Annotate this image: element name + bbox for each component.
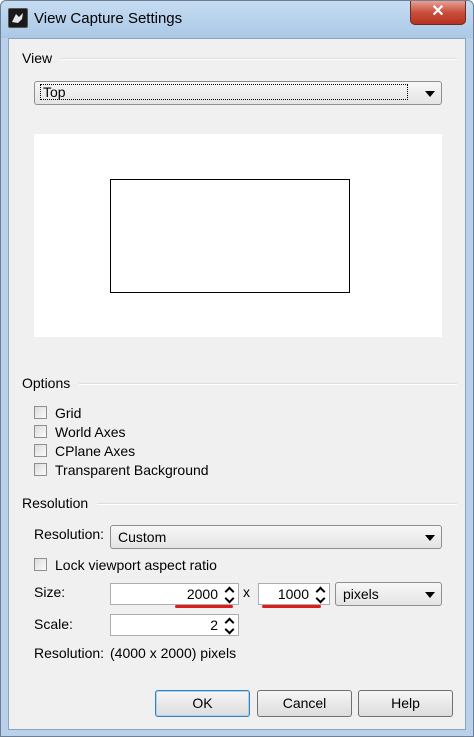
- world-axes-option-label: World Axes: [55, 424, 126, 440]
- resolution-dropdown-value: Custom: [118, 529, 167, 545]
- grid-option-label: Grid: [55, 405, 82, 421]
- rhino-app-icon: [8, 8, 28, 28]
- chevron-down-icon: [425, 592, 435, 598]
- width-value: 2000: [186, 586, 218, 602]
- scale-value: 2: [210, 617, 218, 633]
- capture-frame: [110, 179, 350, 293]
- height-value: 1000: [277, 586, 309, 602]
- ok-button[interactable]: OK: [155, 690, 250, 717]
- resolution-group-label: Resolution: [22, 495, 95, 511]
- grid-checkbox[interactable]: [34, 406, 47, 419]
- resolution-summary-value: (4000 x 2000) pixels: [110, 645, 237, 661]
- height-spinner[interactable]: 1000: [258, 583, 330, 605]
- resolution-label: Resolution:: [34, 526, 105, 542]
- title-bar[interactable]: View Capture Settings ✕: [1, 1, 473, 38]
- help-button[interactable]: Help: [358, 690, 453, 717]
- chevron-down-icon: [425, 535, 435, 541]
- view-group-label: View: [22, 50, 59, 66]
- view-dropdown-value: Top: [40, 84, 408, 100]
- size-separator: x: [243, 584, 250, 600]
- transparent-background-checkbox[interactable]: [34, 463, 47, 476]
- width-annotation-underline: [175, 605, 233, 608]
- units-dropdown[interactable]: pixels: [335, 582, 442, 606]
- view-group-divider: [61, 58, 457, 60]
- world-axes-checkbox[interactable]: [34, 425, 47, 438]
- cancel-button[interactable]: Cancel: [257, 690, 352, 717]
- dialog-body: View Top Options Grid World Axes CPlane …: [8, 38, 466, 730]
- view-dropdown[interactable]: Top: [34, 81, 442, 105]
- lock-aspect-checkbox[interactable]: [34, 558, 47, 571]
- height-annotation-underline: [262, 605, 321, 608]
- cplane-axes-option-label: CPlane Axes: [55, 443, 136, 459]
- close-button[interactable]: ✕: [410, 1, 466, 25]
- chevron-down-icon: [425, 91, 435, 97]
- width-spinner[interactable]: 2000: [110, 583, 239, 605]
- scale-label: Scale:: [34, 616, 73, 632]
- spin-down-icon[interactable]: [315, 593, 326, 604]
- transparent-background-option-label: Transparent Background: [55, 462, 209, 478]
- options-group-divider: [79, 383, 457, 385]
- resolution-group-divider: [97, 503, 457, 505]
- options-group-label: Options: [22, 375, 77, 391]
- spin-down-icon[interactable]: [224, 624, 235, 635]
- close-icon: ✕: [431, 3, 445, 20]
- dialog-window: View Capture Settings ✕ View Top Options…: [0, 0, 474, 737]
- cplane-axes-checkbox[interactable]: [34, 444, 47, 457]
- viewport-preview: [34, 134, 442, 337]
- window-title: View Capture Settings: [34, 10, 183, 27]
- size-label: Size:: [34, 584, 66, 600]
- scale-spinner[interactable]: 2: [110, 614, 239, 636]
- resolution-summary-label: Resolution:: [34, 645, 105, 661]
- units-dropdown-value: pixels: [343, 586, 379, 602]
- resolution-dropdown[interactable]: Custom: [110, 525, 442, 549]
- spin-down-icon[interactable]: [224, 593, 235, 604]
- lock-aspect-option-label: Lock viewport aspect ratio: [55, 557, 217, 573]
